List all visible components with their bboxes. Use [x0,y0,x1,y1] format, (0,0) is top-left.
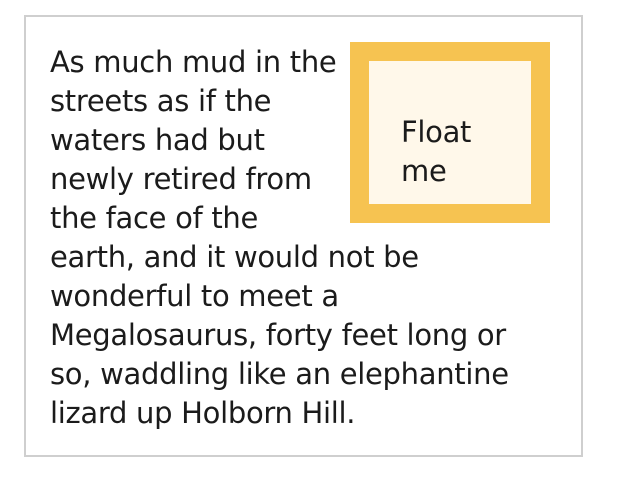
float-box: Float me [350,42,550,223]
content-area: Float me As much mud in the streets as i… [50,42,550,433]
float-box-label: Float me [401,115,472,188]
